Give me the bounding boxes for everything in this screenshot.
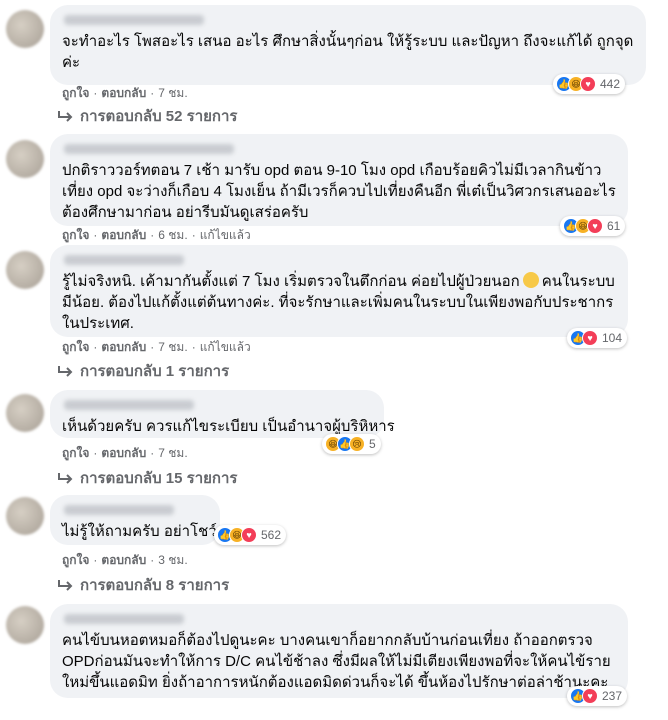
comment-bubble: เห็นด้วยครับ ควรแก้ไขระเบียบ เป็นอำนาจผู…: [50, 390, 395, 438]
timestamp[interactable]: 7 ชม.: [158, 86, 187, 100]
avatar[interactable]: [6, 140, 44, 178]
love-icon: ♥: [580, 76, 596, 92]
like-link[interactable]: ถูกใจ: [62, 446, 89, 460]
avatar[interactable]: [6, 10, 44, 48]
reply-arrow-icon: [58, 366, 73, 377]
reply-link[interactable]: ตอบกลับ: [101, 86, 146, 100]
comment-text: รู้ไม่จริงหนิ. เค้ามากันตั้งแต่ 7 โมง เร…: [62, 272, 615, 332]
like-link[interactable]: ถูกใจ: [62, 553, 89, 567]
reply-link[interactable]: ตอบกลับ: [101, 446, 146, 460]
comment-text: ปกติราววอร์ทตอน 7 เช้า มารับ opd ตอน 9-1…: [62, 162, 616, 221]
reaction-summary[interactable]: 👍 ♥ 237: [567, 686, 628, 706]
view-replies-link[interactable]: การตอบกลับ 8 รายการ: [56, 573, 229, 597]
reaction-summary[interactable]: 👍 😆 ♥ 562: [214, 525, 287, 545]
reaction-count: 562: [261, 528, 282, 542]
love-icon: ♥: [582, 330, 598, 346]
comment-actions: ถูกใจ · ตอบกลับ · 6 ชม. · แก้ไขแล้ว: [62, 228, 251, 242]
author-name-blurred[interactable]: [64, 614, 184, 624]
comment-bubble: คนไข้บนหอตหมอก็ต้องไปดูนะคะ บางคนเขาก็อย…: [50, 604, 628, 698]
love-icon: ♥: [241, 527, 257, 543]
comment-text: เห็นด้วยครับ ควรแก้ไขระเบียบ เป็นอำนาจผู…: [62, 418, 395, 435]
view-replies-link[interactable]: การตอบกลับ 52 รายการ: [56, 104, 237, 128]
reply-arrow-icon: [58, 111, 73, 122]
reply-arrow-icon: [58, 580, 73, 591]
edited-label: แก้ไขแล้ว: [199, 340, 251, 354]
reaction-count: 5: [369, 437, 376, 451]
love-icon: ♥: [582, 688, 598, 704]
love-icon: ♥: [587, 218, 603, 234]
view-replies-link[interactable]: การตอบกลับ 15 รายการ: [56, 466, 237, 490]
like-link[interactable]: ถูกใจ: [62, 228, 89, 242]
reaction-summary[interactable]: 👍 ♥ 104: [567, 328, 628, 348]
author-name-blurred[interactable]: [64, 15, 204, 25]
author-name-blurred[interactable]: [64, 400, 194, 410]
comment-bubble: ไม่รู้ให้ถามครับ อย่าโชว์...: [50, 495, 230, 545]
comment-actions: ถูกใจ · ตอบกลับ · 7 ชม. · แก้ไขแล้ว: [62, 340, 251, 354]
author-name-blurred[interactable]: [64, 144, 234, 154]
avatar[interactable]: [6, 251, 44, 289]
reply-link[interactable]: ตอบกลับ: [101, 228, 146, 242]
reaction-summary[interactable]: 👍 😆 ♥ 61: [560, 216, 626, 236]
reply-link[interactable]: ตอบกลับ: [101, 553, 146, 567]
comment-text: ไม่รู้ให้ถามครับ อย่าโชว์...: [62, 523, 230, 540]
comment-actions: ถูกใจ · ตอบกลับ · 7 ชม.: [62, 446, 188, 460]
reaction-count: 104: [602, 331, 623, 345]
avatar[interactable]: [6, 606, 44, 644]
author-name-blurred[interactable]: [64, 505, 174, 515]
comment-actions: ถูกใจ · ตอบกลับ · 7 ชม.: [62, 86, 188, 100]
comment-bubble: รู้ไม่จริงหนิ. เค้ามากันตั้งแต่ 7 โมง เร…: [50, 245, 628, 337]
avatar[interactable]: [6, 497, 44, 535]
comment-bubble: ปกติราววอร์ทตอน 7 เช้า มารับ opd ตอน 9-1…: [50, 134, 628, 226]
sad-icon: 😢: [349, 436, 365, 452]
timestamp[interactable]: 3 ชม.: [158, 553, 187, 567]
comment-bubble: จะทำอะไร โพสอะไร เสนอ อะไร ศึกษาสิ่งนั้น…: [50, 5, 646, 85]
reaction-count: 61: [607, 219, 621, 233]
reaction-summary[interactable]: 😆 👍 😢 5: [322, 434, 381, 454]
reply-link[interactable]: ตอบกลับ: [101, 340, 146, 354]
reaction-count: 442: [600, 77, 621, 91]
reaction-count: 237: [602, 689, 623, 703]
reply-arrow-icon: [58, 473, 73, 484]
view-replies-link[interactable]: การตอบกลับ 1 รายการ: [56, 359, 229, 383]
like-link[interactable]: ถูกใจ: [62, 340, 89, 354]
comment-actions: ถูกใจ · ตอบกลับ · 3 ชม.: [62, 553, 188, 567]
avatar[interactable]: [6, 394, 44, 432]
comment-text: คนไข้บนหอตหมอก็ต้องไปดูนะคะ บางคนเขาก็อย…: [62, 632, 611, 691]
reaction-summary[interactable]: 👍 😆 ♥ 442: [553, 74, 626, 94]
sweat-smile-emoji-icon: [522, 272, 539, 288]
like-link[interactable]: ถูกใจ: [62, 86, 89, 100]
timestamp[interactable]: 7 ชม.: [158, 446, 187, 460]
timestamp[interactable]: 7 ชม.: [158, 340, 187, 354]
edited-label: แก้ไขแล้ว: [199, 228, 251, 242]
comment-text: จะทำอะไร โพสอะไร เสนอ อะไร ศึกษาสิ่งนั้น…: [62, 33, 634, 71]
timestamp[interactable]: 6 ชม.: [158, 228, 187, 242]
author-name-blurred[interactable]: [64, 255, 184, 265]
